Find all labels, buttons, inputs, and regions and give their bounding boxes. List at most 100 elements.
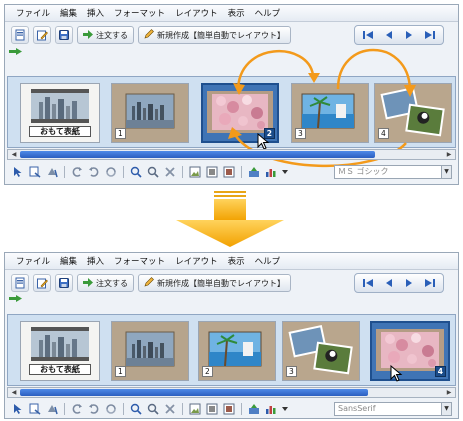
first-page-icon[interactable] bbox=[360, 28, 376, 42]
order-button[interactable]: 注文する bbox=[77, 26, 134, 44]
page-strip: おもて表紙 1 2 3 4 bbox=[7, 314, 456, 386]
menu-help[interactable]: ヘルプ bbox=[250, 7, 286, 19]
scrollbar-thumb[interactable] bbox=[20, 389, 368, 396]
next-page-icon[interactable] bbox=[401, 28, 417, 42]
delete-icon[interactable] bbox=[163, 402, 177, 416]
horizontal-scrollbar[interactable]: ◀ ▶ bbox=[7, 149, 456, 160]
scroll-left-icon[interactable]: ◀ bbox=[9, 150, 19, 159]
fill-icon[interactable] bbox=[45, 165, 59, 179]
cover-label: おもて表紙 bbox=[29, 126, 91, 137]
menu-file[interactable]: ファイル bbox=[11, 7, 55, 19]
menu-layout[interactable]: レイアウト bbox=[170, 7, 223, 19]
scroll-left-icon[interactable]: ◀ bbox=[9, 388, 19, 397]
save-icon[interactable] bbox=[55, 26, 73, 44]
font-select-value: ＭＳ ゴシック bbox=[338, 167, 389, 176]
menu-bar: ファイル 編集 挿入 フォーマット レイアウト 表示 ヘルプ bbox=[5, 5, 458, 22]
first-page-icon[interactable] bbox=[360, 276, 376, 290]
next-page-icon[interactable] bbox=[401, 276, 417, 290]
separator bbox=[241, 166, 242, 178]
chart-icon[interactable] bbox=[264, 402, 278, 416]
select-pointer-icon[interactable] bbox=[11, 402, 25, 416]
mouse-cursor-icon bbox=[390, 365, 403, 382]
page-thumb-4[interactable]: 4 bbox=[374, 83, 452, 143]
import-photo-icon[interactable] bbox=[247, 165, 261, 179]
layout-image-icon-3[interactable] bbox=[222, 165, 236, 179]
rotate-left-icon[interactable] bbox=[70, 165, 84, 179]
zoom-in-icon[interactable] bbox=[129, 402, 143, 416]
chart-dropdown-icon[interactable] bbox=[281, 165, 289, 179]
new-document-icon[interactable] bbox=[11, 274, 29, 292]
scroll-right-icon[interactable]: ▶ bbox=[444, 388, 454, 397]
previous-page-icon[interactable] bbox=[381, 28, 397, 42]
refresh-icon[interactable] bbox=[104, 402, 118, 416]
horizontal-scrollbar[interactable]: ◀ ▶ bbox=[7, 387, 456, 398]
text-frame-icon[interactable] bbox=[28, 165, 42, 179]
page-thumb-4[interactable]: 4 bbox=[370, 321, 450, 381]
status-arrow-icon bbox=[9, 48, 23, 58]
chevron-down-icon: ▼ bbox=[441, 166, 451, 178]
layout-image-icon-3[interactable] bbox=[222, 402, 236, 416]
page-thumb-cover[interactable]: おもて表紙 bbox=[20, 321, 100, 381]
last-page-icon[interactable] bbox=[422, 276, 438, 290]
menu-format[interactable]: フォーマット bbox=[109, 7, 170, 19]
layout-image-icon-2[interactable] bbox=[205, 165, 219, 179]
page-thumb-2[interactable]: 2 bbox=[198, 321, 276, 381]
refresh-icon[interactable] bbox=[104, 165, 118, 179]
layout-image-icon[interactable] bbox=[188, 402, 202, 416]
page-thumb-1[interactable]: 1 bbox=[111, 83, 189, 143]
delete-icon[interactable] bbox=[163, 165, 177, 179]
page-thumb-1[interactable]: 1 bbox=[111, 321, 189, 381]
new-document-icon[interactable] bbox=[11, 26, 29, 44]
menu-view[interactable]: 表示 bbox=[223, 7, 250, 19]
layout-image-icon[interactable] bbox=[188, 165, 202, 179]
new-auto-layout-button[interactable]: 新規作成【簡単自動でレイアウト】 bbox=[138, 274, 291, 292]
new-auto-layout-button[interactable]: 新規作成【簡単自動でレイアウト】 bbox=[138, 26, 291, 44]
scroll-right-icon[interactable]: ▶ bbox=[444, 150, 454, 159]
chevron-down-icon: ▼ bbox=[441, 403, 451, 415]
pencil-icon bbox=[144, 277, 154, 289]
save-icon[interactable] bbox=[55, 274, 73, 292]
arrow-right-icon bbox=[83, 277, 93, 289]
page-number: 4 bbox=[378, 128, 389, 139]
zoom-out-icon[interactable] bbox=[146, 165, 160, 179]
page-number: 1 bbox=[115, 366, 126, 377]
layout-image-icon-2[interactable] bbox=[205, 402, 219, 416]
separator bbox=[64, 403, 65, 415]
menu-insert[interactable]: 挿入 bbox=[82, 7, 109, 19]
edit-icon[interactable] bbox=[33, 26, 51, 44]
font-select[interactable]: ＭＳ ゴシック ▼ bbox=[334, 165, 452, 179]
menu-bar: ファイル 編集 挿入 フォーマット レイアウト 表示 ヘルプ bbox=[5, 253, 458, 270]
zoom-in-icon[interactable] bbox=[129, 165, 143, 179]
page-thumb-3[interactable]: 3 bbox=[291, 83, 369, 143]
menu-edit[interactable]: 編集 bbox=[55, 255, 82, 267]
menu-layout[interactable]: レイアウト bbox=[170, 255, 223, 267]
rotate-left-icon[interactable] bbox=[70, 402, 84, 416]
menu-insert[interactable]: 挿入 bbox=[82, 255, 109, 267]
order-button[interactable]: 注文する bbox=[77, 274, 134, 292]
select-pointer-icon[interactable] bbox=[11, 165, 25, 179]
scrollbar-thumb[interactable] bbox=[20, 151, 375, 158]
page-thumb-3[interactable]: 3 bbox=[282, 321, 360, 381]
pencil-icon bbox=[144, 29, 154, 41]
menu-file[interactable]: ファイル bbox=[11, 255, 55, 267]
previous-page-icon[interactable] bbox=[381, 276, 397, 290]
rotate-right-icon[interactable] bbox=[87, 165, 101, 179]
font-select[interactable]: SansSerif ▼ bbox=[334, 402, 452, 416]
edit-icon[interactable] bbox=[33, 274, 51, 292]
text-frame-icon[interactable] bbox=[28, 402, 42, 416]
import-photo-icon[interactable] bbox=[247, 402, 261, 416]
page-thumb-cover[interactable]: おもて表紙 bbox=[20, 83, 100, 143]
menu-view[interactable]: 表示 bbox=[223, 255, 250, 267]
fill-icon[interactable] bbox=[45, 402, 59, 416]
chart-icon[interactable] bbox=[264, 165, 278, 179]
menu-format[interactable]: フォーマット bbox=[109, 255, 170, 267]
arrow-right-icon bbox=[83, 29, 93, 41]
new-auto-layout-label: 新規作成【簡単自動でレイアウト】 bbox=[157, 278, 285, 288]
chart-dropdown-icon[interactable] bbox=[281, 402, 289, 416]
menu-help[interactable]: ヘルプ bbox=[250, 255, 286, 267]
zoom-out-icon[interactable] bbox=[146, 402, 160, 416]
last-page-icon[interactable] bbox=[422, 28, 438, 42]
menu-edit[interactable]: 編集 bbox=[55, 7, 82, 19]
separator bbox=[123, 403, 124, 415]
rotate-right-icon[interactable] bbox=[87, 402, 101, 416]
